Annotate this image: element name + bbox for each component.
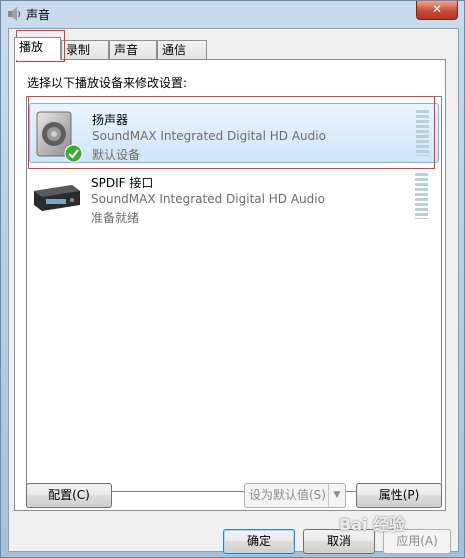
set-default-button[interactable]: 设为默认值(S) ▼ [244,483,346,508]
window-title: 声音 [26,8,51,22]
tab-playback[interactable]: 播放 [14,37,61,60]
title-bar[interactable]: 声音 ✕ [1,1,464,27]
ok-button[interactable]: 确定 [223,529,295,554]
checkmark-icon [64,144,83,163]
watermark: Bai 经验 [339,515,406,534]
device-status: 默认设备 [92,148,141,162]
instruction-text: 选择以下播放设备来修改设置: [27,76,188,90]
set-default-label: 设为默认值(S) [249,488,326,502]
device-name: SPDIF 接口 [91,176,154,190]
tab-communications[interactable]: 通信 [157,40,207,59]
device-name: 扬声器 [92,113,129,127]
sound-dialog: 声音 ✕ 播放 录制 声音 通信 选择以下播放设备来修改设置: 扬声器 Soun… [0,0,465,558]
close-button[interactable]: ✕ [416,1,458,20]
playback-panel: 选择以下播放设备来修改设置: 扬声器 SoundMAX Integrated D… [14,59,446,511]
tab-recording[interactable]: 录制 [61,40,109,59]
device-list[interactable]: 扬声器 SoundMAX Integrated Digital HD Audio… [26,96,442,492]
configure-button[interactable]: 配置(C) [26,483,112,508]
tab-sounds[interactable]: 声音 [109,40,157,59]
dialog-body: 播放 录制 声音 通信 选择以下播放设备来修改设置: 扬声器 SoundMAX … [8,28,459,554]
volume-meter [416,110,429,156]
device-status: 准备就绪 [91,211,140,225]
spdif-device-icon [34,185,80,211]
device-description: SoundMAX Integrated Digital HD Audio [91,192,325,206]
properties-button[interactable]: 属性(P) [356,483,442,508]
sound-app-icon [8,7,20,21]
device-item-speakers[interactable]: 扬声器 SoundMAX Integrated Digital HD Audio… [29,103,439,163]
chevron-down-icon[interactable]: ▼ [328,484,345,507]
volume-meter [415,173,428,219]
device-description: SoundMAX Integrated Digital HD Audio [92,129,326,143]
device-item-spdif[interactable]: SPDIF 接口 SoundMAX Integrated Digital HD … [29,167,439,227]
